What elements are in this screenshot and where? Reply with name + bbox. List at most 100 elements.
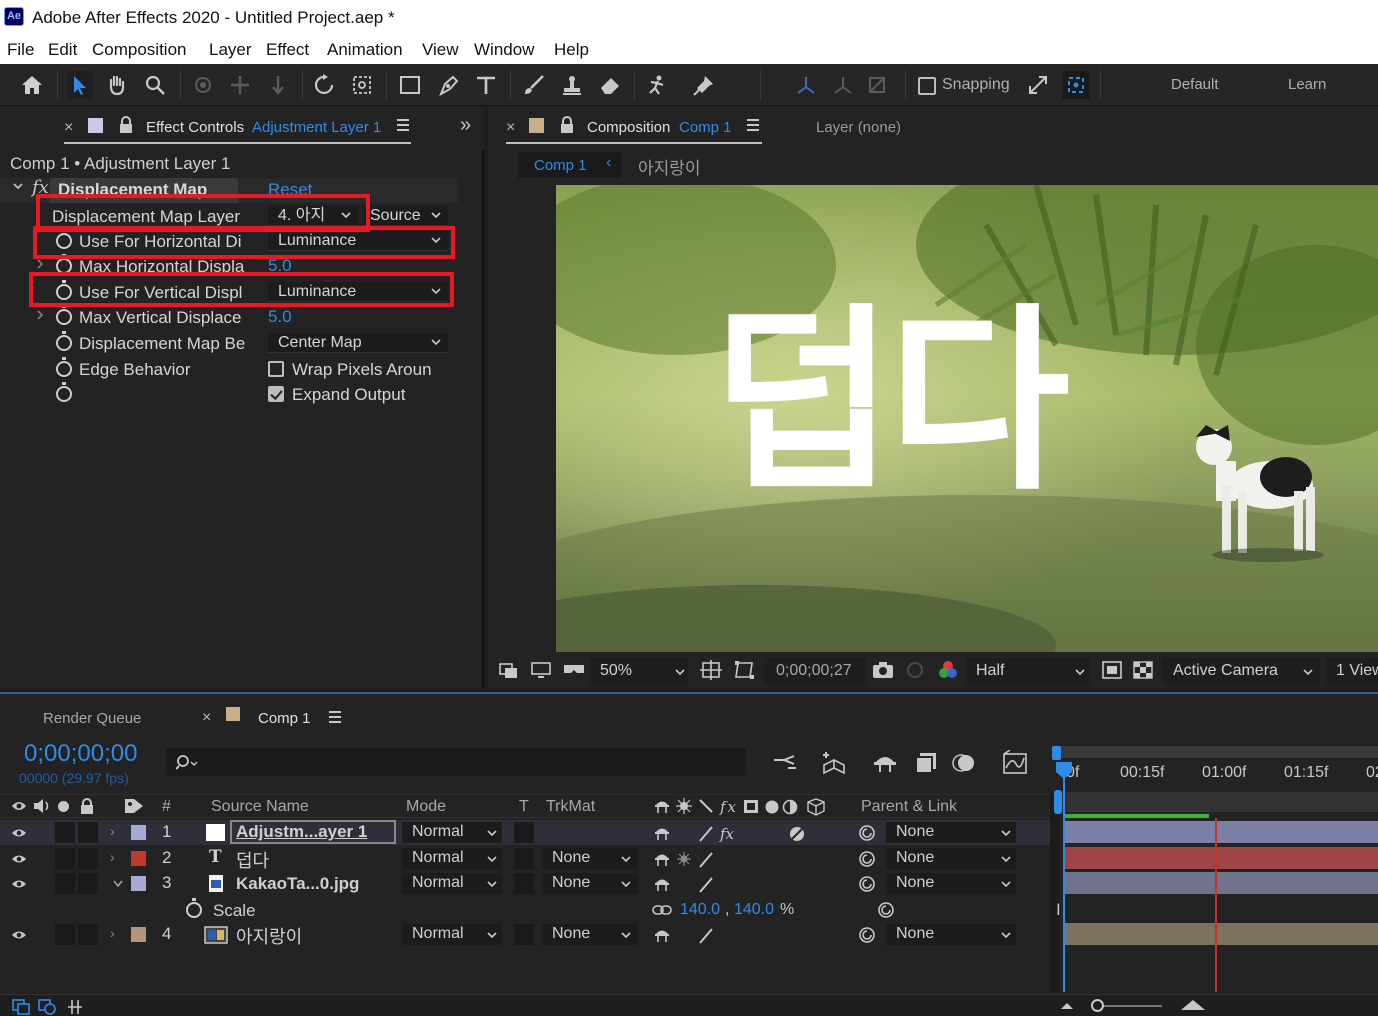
layer-switches-toggle-icon[interactable] <box>12 999 30 1015</box>
puppet-pin-tool-icon[interactable] <box>690 71 718 99</box>
blend-mode-dropdown[interactable]: Normal <box>402 873 502 894</box>
close-tab-icon[interactable]: × <box>64 119 73 137</box>
lock-toggle-cell[interactable] <box>78 822 98 843</box>
region-of-interest-icon[interactable] <box>1102 661 1122 679</box>
composition-viewer[interactable]: 덥다 <box>556 185 1378 652</box>
layer-search-input[interactable] <box>166 748 746 776</box>
layer-duration-bar-2[interactable] <box>1064 847 1378 869</box>
panel-menu-icon[interactable] <box>328 710 342 724</box>
view-layout-dropdown[interactable]: 1 View <box>1326 658 1378 684</box>
pick-whip-icon[interactable] <box>858 926 876 944</box>
layer-duration-bar-3[interactable] <box>1064 872 1378 894</box>
world-axis-mode-icon[interactable] <box>829 71 857 99</box>
close-tab-icon[interactable]: × <box>202 709 211 727</box>
layer-row-1[interactable]: › 1 Adjustm...ayer 1 Normal fx None <box>0 820 1050 845</box>
layer-switches-row2-icon[interactable] <box>654 851 724 869</box>
layer-row-4[interactable]: › 4 아지랑이 Normal None None <box>0 922 1050 947</box>
type-tool-icon[interactable] <box>472 71 500 99</box>
expand-chevron-icon[interactable]: › <box>110 823 115 839</box>
effect-expand-icon[interactable] <box>12 180 24 192</box>
stopwatch-icon[interactable] <box>56 305 72 325</box>
pick-whip-icon[interactable] <box>858 850 876 868</box>
layer-name[interactable]: 덥다 <box>236 847 269 873</box>
snapping-options-icon[interactable] <box>1024 71 1052 99</box>
menu-file[interactable]: File <box>7 40 34 60</box>
stopwatch-icon[interactable] <box>186 898 202 918</box>
blend-mode-dropdown[interactable]: Normal <box>402 848 502 869</box>
lock-icon[interactable] <box>560 116 574 134</box>
expand-chevron-icon[interactable]: › <box>110 849 115 865</box>
rectangle-tool-icon[interactable] <box>396 71 424 99</box>
timeline-comp-tab[interactable]: Comp 1 <box>258 710 311 727</box>
layer-row-2[interactable]: › 2 T 덥다 Normal None None <box>0 846 1050 871</box>
zoom-out-icon[interactable] <box>1060 1001 1074 1011</box>
pen-tool-icon[interactable] <box>435 71 463 99</box>
eye-visibility-icon[interactable] <box>11 930 27 940</box>
layer-label-color[interactable] <box>131 927 146 942</box>
rotation-tool-icon[interactable] <box>311 71 339 99</box>
expand-chevron-icon[interactable]: › <box>110 925 115 941</box>
lock-icon[interactable] <box>119 116 133 134</box>
blend-mode-dropdown[interactable]: Normal <box>402 822 502 843</box>
monitor-icon[interactable] <box>531 661 551 679</box>
comp-marker-bin[interactable] <box>1056 792 1378 812</box>
comp-breadcrumb-current[interactable]: Comp 1 ‹ <box>518 152 622 178</box>
preserve-transparency-cell[interactable] <box>514 873 534 894</box>
layer-name[interactable]: 아지랑이 <box>236 923 302 949</box>
home-icon[interactable] <box>18 71 46 99</box>
menu-window[interactable]: Window <box>474 40 534 60</box>
view-axis-mode-icon[interactable] <box>864 71 892 99</box>
zoom-tool-icon[interactable] <box>141 71 169 99</box>
channel-rgb-icon[interactable] <box>938 660 958 680</box>
workspace-default[interactable]: Default <box>1171 76 1219 93</box>
motion-blur-icon[interactable] <box>952 752 976 774</box>
draft-3d-icon[interactable] <box>820 750 848 776</box>
marker-bin-handle[interactable] <box>1054 790 1062 814</box>
layer-label-color[interactable] <box>131 876 146 891</box>
resolution-dropdown[interactable]: Half <box>966 658 1090 684</box>
preserve-transparency-cell[interactable] <box>514 924 534 945</box>
magnification-dropdown[interactable]: 50% <box>590 658 688 684</box>
eye-visibility-icon[interactable] <box>11 828 27 838</box>
layer-row-3[interactable]: 3 KakaoTa...0.jpg Normal None None <box>0 871 1050 896</box>
transfer-controls-toggle-icon[interactable] <box>38 999 56 1015</box>
more-panels-icon[interactable]: » <box>460 114 471 137</box>
snap-features-icon[interactable] <box>1062 71 1090 99</box>
close-tab-icon[interactable]: × <box>506 119 515 137</box>
menu-effect[interactable]: Effect <box>266 40 309 60</box>
eye-visibility-icon[interactable] <box>11 854 27 864</box>
in-out-toggle-icon[interactable] <box>66 999 84 1015</box>
menu-edit[interactable]: Edit <box>48 40 77 60</box>
snapshot-camera-icon[interactable] <box>872 661 894 679</box>
audio-toggle-cell[interactable] <box>55 873 75 894</box>
time-ruler[interactable]: 0f 00:15f 01:00f 01:15f 02 <box>1056 760 1378 790</box>
hand-tool-icon[interactable] <box>103 71 131 99</box>
composition-tab-comp[interactable]: Comp 1 <box>679 119 732 136</box>
composition-mini-flowchart-icon[interactable] <box>772 754 798 774</box>
menu-help[interactable]: Help <box>554 40 589 60</box>
layer-duration-bar-1[interactable] <box>1064 821 1378 843</box>
map-behavior-dropdown[interactable]: Center Map <box>268 333 448 353</box>
wrap-pixels-checkbox[interactable] <box>268 361 284 377</box>
always-preview-icon[interactable] <box>499 661 519 679</box>
map-source-dropdown[interactable]: Source <box>362 206 448 226</box>
graph-editor-icon[interactable] <box>1002 750 1028 776</box>
expand-output-checkbox[interactable] <box>268 386 284 402</box>
effect-controls-tab-label[interactable]: Effect Controls <box>146 119 244 136</box>
menu-composition[interactable]: Composition <box>92 40 187 60</box>
orbit-camera-icon[interactable] <box>189 71 217 99</box>
brush-tool-icon[interactable] <box>520 71 548 99</box>
parent-dropdown[interactable]: None <box>886 924 1016 945</box>
track-matte-dropdown[interactable]: None <box>542 873 638 894</box>
work-area-bar[interactable] <box>1056 746 1378 758</box>
current-time-display[interactable]: 0;00;00;27 <box>764 658 866 684</box>
parent-dropdown[interactable]: None <box>886 873 1016 894</box>
menu-layer[interactable]: Layer <box>209 40 252 60</box>
local-axis-mode-icon[interactable] <box>792 71 820 99</box>
frame-blending-icon[interactable] <box>914 752 938 774</box>
transparency-grid-icon[interactable] <box>1133 661 1153 679</box>
render-queue-tab[interactable]: Render Queue <box>43 710 141 727</box>
blend-mode-dropdown[interactable]: Normal <box>402 924 502 945</box>
lock-toggle-cell[interactable] <box>78 848 98 869</box>
zoom-slider-handle[interactable] <box>1091 999 1104 1012</box>
